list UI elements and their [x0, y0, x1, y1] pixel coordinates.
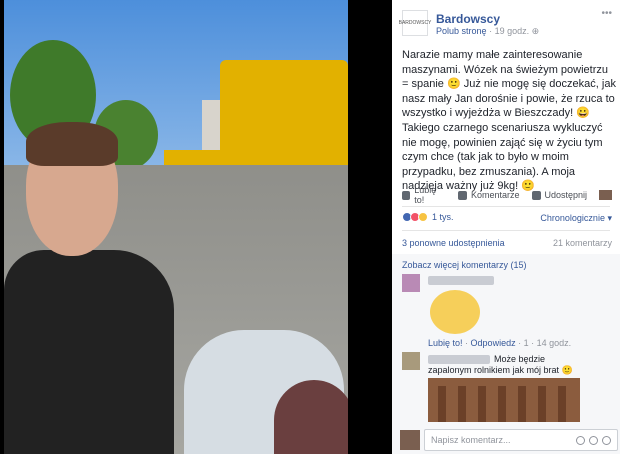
fence-slat: [458, 386, 466, 422]
comment-meta: Lubię to! · Odpowiedz · 1 · 14 godz.: [428, 338, 571, 348]
comment-photo[interactable]: [428, 378, 580, 422]
share-icon: [531, 190, 541, 200]
share-button[interactable]: Udostępnij: [531, 190, 588, 200]
post-as-avatar[interactable]: [599, 190, 612, 200]
sort-label: Chronologicznie: [540, 213, 605, 223]
camera-icon[interactable]: [589, 435, 598, 445]
fence-slat: [498, 386, 506, 422]
current-user-avatar: [400, 430, 420, 450]
caret-down-icon: ▾: [607, 213, 612, 223]
fence-slat: [518, 386, 526, 422]
like-label: Lubię to!: [414, 185, 437, 205]
commenter-name[interactable]: [428, 276, 494, 285]
post-subline: Polub stronę · 19 godz. ⊕: [436, 26, 539, 37]
post-text: Narazie mamy małe zainteresowanie maszyn…: [402, 49, 616, 193]
comment-reaction-count[interactable]: 1: [524, 338, 529, 348]
page-name-link[interactable]: Bardowscy: [436, 12, 500, 26]
comment-button[interactable]: Komentarze: [457, 190, 520, 200]
sticker-icon[interactable]: [602, 435, 611, 445]
photo-viewer: [0, 0, 392, 454]
comment-icon: [457, 190, 467, 200]
post-photo[interactable]: [4, 0, 348, 454]
comment-composer: Napisz komentarz...: [400, 428, 618, 452]
post-header: BARDOWSCY Bardowscy Polub stronę · 19 go…: [392, 0, 620, 38]
photo-person-hair: [26, 122, 118, 166]
like-button[interactable]: Lubię to!: [402, 185, 446, 205]
emoji-icon[interactable]: [576, 435, 585, 445]
reactions-count: 1 tys.: [432, 212, 454, 222]
page-avatar[interactable]: BARDOWSCY: [399, 10, 431, 36]
comment-like-link[interactable]: Lubię to!: [428, 338, 463, 348]
more-options-icon[interactable]: •••: [601, 8, 612, 19]
shares-link[interactable]: 3 ponowne udostępnienia: [402, 238, 505, 248]
comment-time[interactable]: 14 godz.: [537, 338, 572, 348]
globe-icon: ⊕: [531, 26, 540, 36]
wow-reaction-icon: [418, 212, 428, 222]
thumbs-up-icon: [402, 190, 411, 200]
more-comments-link[interactable]: Zobacz więcej komentarzy (15): [402, 260, 527, 270]
photo-person-shirt: [4, 250, 174, 454]
post-actions: Lubię to! Komentarze Udostępnij: [402, 185, 612, 205]
photo-stroller-hood: [274, 380, 348, 454]
comment-reply-link[interactable]: Odpowiedz: [471, 338, 516, 348]
comment-input[interactable]: Napisz komentarz...: [424, 429, 618, 451]
commenter-avatar[interactable]: [402, 274, 420, 292]
comments-count[interactable]: 21 komentarzy: [553, 238, 612, 248]
share-label: Udostępnij: [544, 190, 588, 200]
sticker-image: [430, 290, 480, 334]
divider: [402, 230, 610, 231]
post-time[interactable]: 19 godz.: [495, 26, 530, 36]
fence-slat: [478, 386, 486, 422]
comment-placeholder: Napisz komentarz...: [431, 435, 511, 445]
comment-label: Komentarze: [470, 190, 520, 200]
reactions-summary[interactable]: 1 tys.: [402, 212, 454, 222]
fence-slat: [438, 386, 446, 422]
fence-slat: [538, 386, 546, 422]
divider: [402, 206, 610, 207]
comment-text: Może będzie zapalonym rolnikiem jak mój …: [428, 354, 573, 375]
sort-dropdown[interactable]: Chronologicznie ▾: [540, 213, 612, 224]
commenter-avatar[interactable]: [402, 352, 420, 370]
like-page-link[interactable]: Polub stronę: [436, 26, 487, 36]
fence-slat: [558, 386, 566, 422]
